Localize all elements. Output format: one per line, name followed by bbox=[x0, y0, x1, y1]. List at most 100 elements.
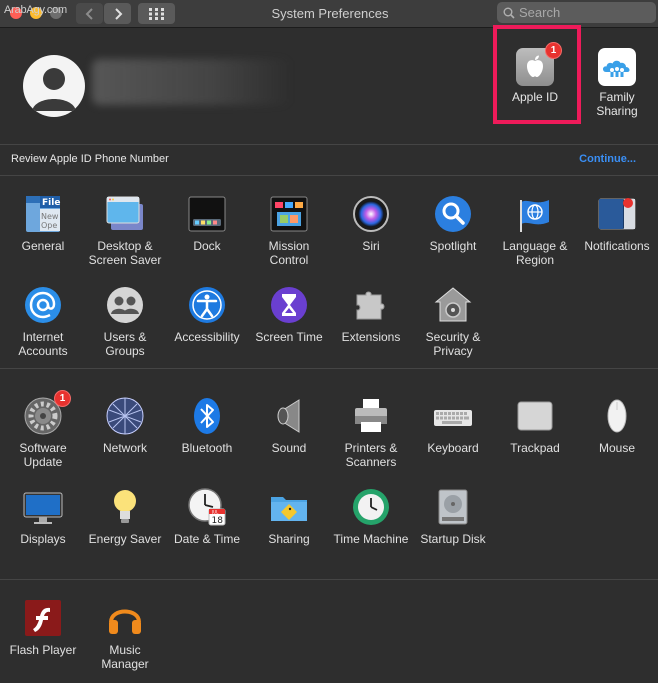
pref-label: Sound bbox=[271, 441, 307, 455]
continue-link[interactable]: Continue... bbox=[579, 153, 636, 165]
pref-security-privacy[interactable]: Security & Privacy bbox=[412, 285, 494, 358]
pref-mission-control[interactable]: Mission Control bbox=[248, 194, 330, 267]
mouse-icon bbox=[597, 396, 637, 436]
pref-label: Users & Groups bbox=[103, 330, 147, 358]
pref-label: Security & Privacy bbox=[425, 330, 481, 358]
pref-software-update[interactable]: 1 Software Update bbox=[2, 390, 84, 469]
time-machine-icon bbox=[351, 487, 391, 527]
speaker-icon bbox=[269, 396, 309, 436]
headphones-icon bbox=[105, 598, 145, 638]
pref-displays[interactable]: Displays bbox=[2, 487, 84, 546]
at-sign-icon bbox=[23, 285, 63, 325]
pref-printers-scanners[interactable]: Printers & Scanners bbox=[330, 396, 412, 469]
apple-id-pref[interactable]: 1 Apple ID bbox=[499, 42, 571, 104]
pref-date-time[interactable]: JUL 18 Date & Time bbox=[166, 487, 248, 546]
general-icon-text-open: Ope bbox=[41, 221, 57, 230]
pref-dock[interactable]: Dock bbox=[166, 194, 248, 253]
pref-siri[interactable]: Siri bbox=[330, 194, 412, 253]
pref-flash-player[interactable]: Flash Player bbox=[2, 598, 84, 657]
dock-icon bbox=[187, 194, 227, 234]
pref-label: General bbox=[21, 239, 65, 253]
pref-label: Keyboard bbox=[427, 441, 479, 455]
pref-internet-accounts[interactable]: Internet Accounts bbox=[2, 285, 84, 358]
search-field[interactable] bbox=[497, 2, 656, 23]
pref-label: Bluetooth bbox=[181, 441, 233, 455]
pref-label: Screen Time bbox=[255, 330, 323, 344]
language-region-icon bbox=[515, 194, 555, 234]
family-sharing-icon bbox=[598, 48, 636, 86]
pref-notifications[interactable]: Notifications bbox=[576, 194, 658, 253]
pref-label: Accessibility bbox=[174, 330, 240, 344]
pref-language-region[interactable]: Language & Region bbox=[494, 194, 576, 267]
chevron-left-icon bbox=[85, 7, 93, 20]
bluetooth-icon bbox=[187, 396, 227, 436]
grid-icon bbox=[148, 7, 164, 20]
window-title: System Preferences bbox=[271, 6, 389, 21]
pref-desktop-screen-saver[interactable]: Desktop & Screen Saver bbox=[84, 194, 166, 267]
users-groups-icon bbox=[105, 285, 145, 325]
pref-label: Flash Player bbox=[9, 643, 77, 657]
pref-label: Language & Region bbox=[502, 239, 568, 267]
desktop-screen-saver-icon bbox=[105, 194, 145, 234]
notifications-icon bbox=[597, 194, 637, 234]
puzzle-piece-icon bbox=[351, 285, 391, 325]
pref-energy-saver[interactable]: Energy Saver bbox=[84, 487, 166, 546]
keyboard-icon bbox=[433, 396, 473, 436]
pref-label: Sharing bbox=[268, 532, 310, 546]
pref-general[interactable]: File New Ope General bbox=[2, 194, 84, 253]
siri-icon bbox=[351, 194, 391, 234]
pref-label: Desktop & Screen Saver bbox=[88, 239, 162, 267]
pref-sound[interactable]: Sound bbox=[248, 396, 330, 455]
pref-keyboard[interactable]: Keyboard bbox=[412, 396, 494, 455]
search-input[interactable] bbox=[519, 5, 649, 20]
pref-music-manager[interactable]: Music Manager bbox=[84, 598, 166, 671]
family-sharing-pref[interactable]: Family Sharing bbox=[581, 48, 653, 118]
pref-label: Trackpad bbox=[510, 441, 560, 455]
pref-label: Date & Time bbox=[173, 532, 241, 546]
lightbulb-icon bbox=[105, 487, 145, 527]
hard-disk-icon bbox=[433, 487, 473, 527]
trackpad-icon bbox=[515, 396, 555, 436]
sharing-folder-icon bbox=[269, 487, 309, 527]
section-divider bbox=[0, 579, 658, 580]
pref-bluetooth[interactable]: Bluetooth bbox=[166, 396, 248, 455]
pref-label: Music Manager bbox=[101, 643, 149, 671]
apple-logo-icon: 1 bbox=[516, 42, 562, 86]
pref-label: Mission Control bbox=[268, 239, 310, 267]
mission-control-icon bbox=[269, 194, 309, 234]
pref-mouse[interactable]: Mouse bbox=[576, 396, 658, 455]
pref-network[interactable]: Network bbox=[84, 396, 166, 455]
pref-label: Siri bbox=[362, 239, 380, 253]
pref-label: Network bbox=[102, 441, 147, 455]
pref-users-groups[interactable]: Users & Groups bbox=[84, 285, 166, 358]
user-avatar[interactable] bbox=[23, 55, 85, 117]
pref-screen-time[interactable]: Screen Time bbox=[248, 285, 330, 344]
pref-label: Printers & Scanners bbox=[344, 441, 398, 469]
pref-label: Software Update bbox=[19, 441, 67, 469]
general-icon-text-new: New bbox=[41, 212, 59, 221]
pref-label: Energy Saver bbox=[88, 532, 162, 546]
hourglass-icon bbox=[269, 285, 309, 325]
pref-extensions[interactable]: Extensions bbox=[330, 285, 412, 344]
pref-label: Dock bbox=[193, 239, 221, 253]
show-all-button[interactable] bbox=[138, 3, 175, 24]
pref-trackpad[interactable]: Trackpad bbox=[494, 396, 576, 455]
pref-label: Mouse bbox=[598, 441, 636, 455]
pref-sharing[interactable]: Sharing bbox=[248, 487, 330, 546]
software-update-badge: 1 bbox=[54, 390, 71, 407]
account-area: 1 Apple ID Family Sharing bbox=[0, 25, 658, 144]
blurred-user-name bbox=[92, 59, 292, 105]
pref-startup-disk[interactable]: Startup Disk bbox=[412, 487, 494, 546]
pref-label: Time Machine bbox=[333, 532, 409, 546]
notice-message: Review Apple ID Phone Number bbox=[11, 153, 169, 165]
pref-time-machine[interactable]: Time Machine bbox=[330, 487, 412, 546]
pref-label: Displays bbox=[20, 532, 66, 546]
back-button[interactable] bbox=[76, 3, 103, 24]
clock-calendar-icon: JUL 18 bbox=[187, 487, 227, 527]
spotlight-icon bbox=[433, 194, 473, 234]
search-icon bbox=[503, 7, 515, 19]
forward-button[interactable] bbox=[104, 3, 131, 24]
pref-accessibility[interactable]: Accessibility bbox=[166, 285, 248, 344]
pref-spotlight[interactable]: Spotlight bbox=[412, 194, 494, 253]
house-lock-icon bbox=[433, 285, 473, 325]
